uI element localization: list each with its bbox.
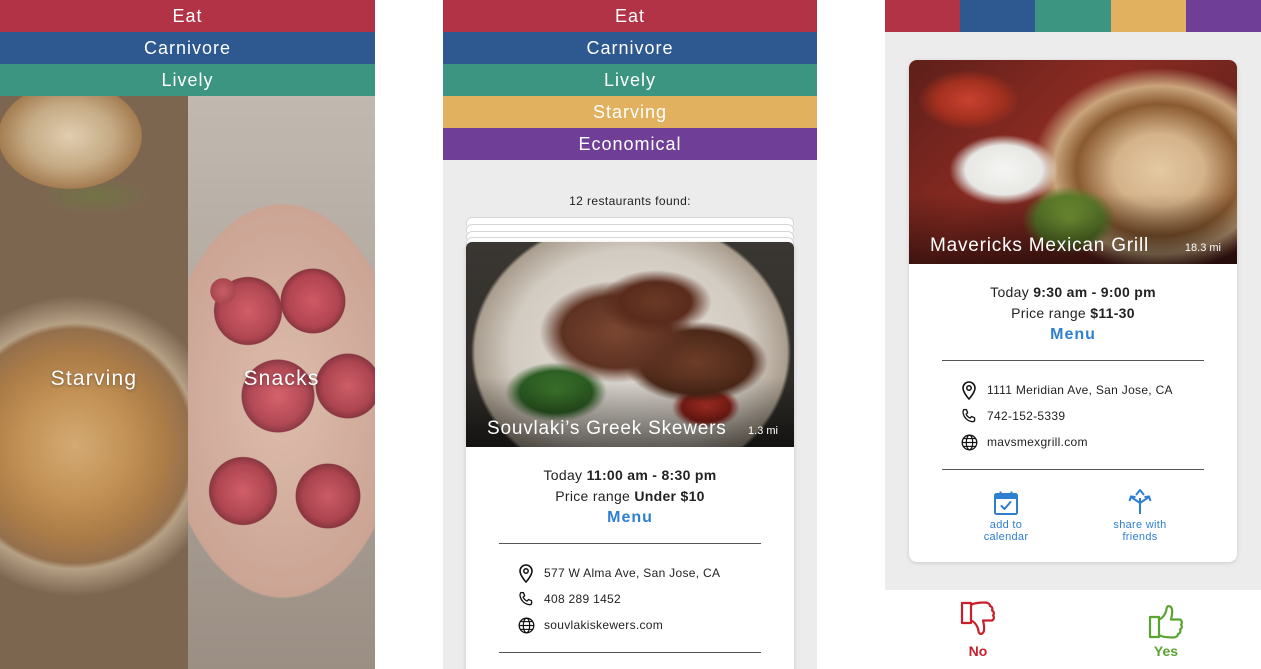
menu-link[interactable]: Menu [466,509,794,527]
calendar-label-line2: calendar [983,531,1029,543]
price-line: Price range Under $10 [466,488,794,504]
add-to-calendar-button[interactable]: add to calendar [961,486,1051,543]
price-value: Under $10 [634,488,705,504]
website-row[interactable]: souvlakiskewers.com [516,612,794,638]
website-text: souvlakiskewers.com [544,618,664,632]
filter-swatch[interactable] [885,0,961,32]
filter-band-lively[interactable]: Lively [0,64,375,96]
website-text: mavsmexgrill.com [987,435,1088,449]
phone-icon [516,589,536,609]
hours-value: 9:30 am - 9:00 pm [1033,284,1156,300]
divider [499,543,761,544]
hours-value: 11:00 am - 8:30 pm [586,467,717,483]
restaurant-distance: 18.3 mi [1184,242,1221,254]
restaurant-photo: Souvlaki’s Greek Skewers 1.3 mi [466,242,794,447]
location-pin-icon [959,380,979,400]
results-screen: Eat Carnivore Lively Starving Economical… [443,0,817,669]
vote-no-label: No [968,643,988,659]
vote-no-button[interactable]: No [959,600,997,659]
option-snacks[interactable]: Snacks [188,96,375,669]
card-actions: add to calendar share with friends [909,486,1237,543]
option-starving[interactable]: Starving [0,96,188,669]
price-prefix: Price range [1011,305,1087,321]
restaurant-photo: Mavericks Mexican Grill 18.3 mi [909,60,1237,264]
location-pin-icon [516,563,536,583]
filter-band-eat[interactable]: Eat [0,0,375,32]
option-starving-label: Starving [50,367,138,390]
price-line: Price range $11-30 [909,305,1237,321]
share-label-line1: share with [1113,519,1167,531]
hours-prefix: Today [990,284,1030,300]
globe-icon [959,432,979,452]
address-row[interactable]: 577 W Alma Ave, San Jose, CA [516,560,794,586]
price-prefix: Price range [555,488,631,504]
phone-text: 742-152-5339 [987,409,1066,423]
vote-bar: No Yes [885,590,1261,669]
category-select-screen: Eat Carnivore Lively Starving Snacks [0,0,375,669]
hours-line: Today 11:00 am - 8:30 pm [466,467,794,483]
phone-row[interactable]: 742-152-5339 [959,403,1237,429]
option-panels: Starving Snacks [0,96,375,669]
restaurant-distance: 1.3 mi [748,425,778,437]
share-label-line2: friends [1122,531,1158,543]
divider [499,652,761,653]
restaurant-detail-screen: Mavericks Mexican Grill 18.3 mi Today 9:… [885,0,1261,669]
hours-prefix: Today [543,467,583,483]
menu-link[interactable]: Menu [909,326,1237,344]
filter-swatch[interactable] [1185,0,1261,32]
filter-color-strip[interactable] [885,0,1261,32]
divider [942,469,1204,470]
option-snacks-label: Snacks [243,367,320,390]
results-count: 12 restaurants found: [569,194,691,208]
share-arrows-icon [1095,486,1185,516]
filter-band-eat[interactable]: Eat [443,0,817,32]
phone-row[interactable]: 408 289 1452 [516,586,794,612]
filter-band-starving[interactable]: Starving [443,96,817,128]
address-text: 577 W Alma Ave, San Jose, CA [544,566,721,580]
filter-band-economical[interactable]: Economical [443,128,817,160]
filter-band-lively[interactable]: Lively [443,64,817,96]
thumbs-up-icon [1147,600,1185,643]
address-text: 1111 Meridian Ave, San Jose, CA [987,383,1173,397]
share-with-friends-button[interactable]: share with friends [1095,486,1185,543]
restaurant-card[interactable]: Souvlaki’s Greek Skewers 1.3 mi Today 11… [466,242,794,669]
restaurant-card[interactable]: Mavericks Mexican Grill 18.3 mi Today 9:… [909,60,1237,562]
address-row[interactable]: 1111 Meridian Ave, San Jose, CA [959,377,1237,403]
filter-swatch[interactable] [960,0,1036,32]
website-row[interactable]: mavsmexgrill.com [959,429,1237,455]
vote-yes-button[interactable]: Yes [1147,600,1185,659]
phone-icon [959,406,979,426]
restaurant-name: Mavericks Mexican Grill [930,235,1149,256]
filter-band-carnivore[interactable]: Carnivore [0,32,375,64]
hours-line: Today 9:30 am - 9:00 pm [909,284,1237,300]
globe-icon [516,615,536,635]
calendar-label-line1: add to [989,519,1023,531]
filter-swatch[interactable] [1035,0,1111,32]
phone-text: 408 289 1452 [544,592,622,606]
restaurant-name: Souvlaki’s Greek Skewers [487,418,727,439]
divider [942,360,1204,361]
thumbs-down-icon [959,600,997,643]
filter-band-carnivore[interactable]: Carnivore [443,32,817,64]
filter-swatch[interactable] [1110,0,1186,32]
price-value: $11-30 [1090,305,1135,321]
vote-yes-label: Yes [1153,643,1179,659]
calendar-icon [961,486,1051,516]
